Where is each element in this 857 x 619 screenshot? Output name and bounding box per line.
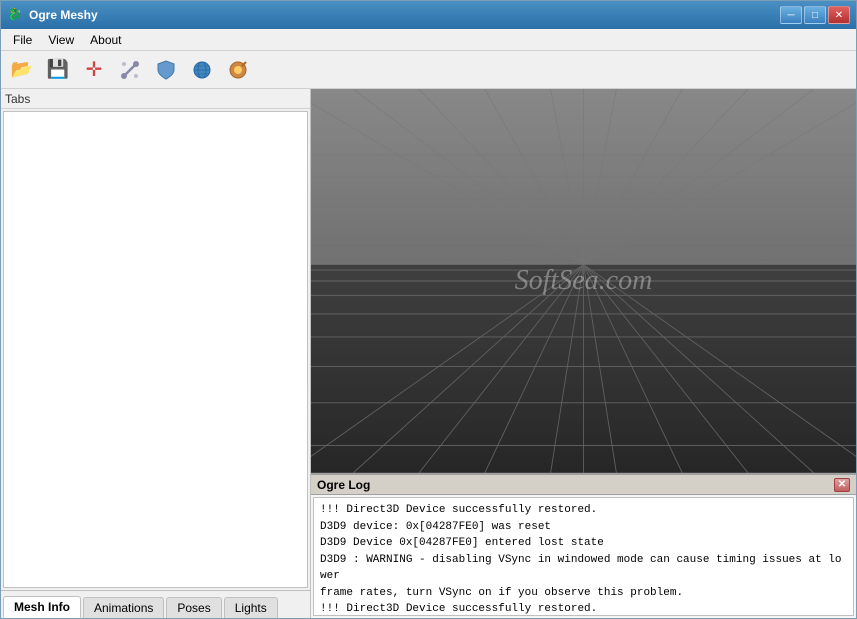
shield-icon [157, 60, 175, 80]
toolbar-skeleton-button[interactable] [113, 54, 147, 86]
paintbrush-icon [228, 60, 248, 80]
tab-poses[interactable]: Poses [166, 597, 221, 618]
menu-about[interactable]: About [82, 31, 129, 49]
log-content[interactable]: !!! Direct3D Device successfully restore… [313, 497, 854, 616]
minimize-button[interactable]: ─ [780, 6, 802, 24]
left-panel: Tabs Mesh Info Animations Poses Lights [1, 89, 311, 618]
toolbar-paint-button[interactable] [221, 54, 255, 86]
toolbar-save-button[interactable]: 💾 [41, 54, 75, 86]
log-header: Ogre Log ✕ [311, 475, 856, 495]
globe-icon [192, 60, 212, 80]
toolbar: 📂 💾 ✛ [1, 51, 856, 89]
tab-lights[interactable]: Lights [224, 597, 278, 618]
toolbar-shield-button[interactable] [149, 54, 183, 86]
tab-animations[interactable]: Animations [83, 597, 164, 618]
log-line: frame rates, turn VSync on if you observ… [320, 585, 847, 602]
maximize-button[interactable]: □ [804, 6, 826, 24]
toolbar-open-button[interactable]: 📂 [5, 54, 39, 86]
menu-file[interactable]: File [5, 31, 40, 49]
tabs-label: Tabs [5, 92, 30, 106]
log-line: D3D9 Device 0x[04287FE0] entered lost st… [320, 535, 847, 552]
main-content: Tabs Mesh Info Animations Poses Lights [1, 89, 856, 618]
log-title: Ogre Log [317, 478, 370, 492]
toolbar-globe-button[interactable] [185, 54, 219, 86]
window-icon: 🐉 [7, 7, 23, 23]
bottom-tabs: Mesh Info Animations Poses Lights [1, 590, 310, 618]
log-line: !!! Direct3D Device successfully restore… [320, 601, 847, 616]
tabs-content-area [3, 111, 308, 588]
right-panel: SoftSea.com Ogre Log ✕ !!! Direct3D Devi… [311, 89, 856, 618]
title-bar: 🐉 Ogre Meshy ─ □ ✕ [1, 1, 856, 29]
log-line: D3D9 device: 0x[04287FE0] was reset [320, 519, 847, 536]
menu-bar: File View About [1, 29, 856, 51]
close-button[interactable]: ✕ [828, 6, 850, 24]
log-panel: Ogre Log ✕ !!! Direct3D Device successfu… [311, 473, 856, 618]
log-line: D3D9 : WARNING - disabling VSync in wind… [320, 552, 847, 585]
skeleton-icon [120, 60, 140, 80]
log-close-button[interactable]: ✕ [834, 478, 850, 492]
toolbar-move-button[interactable]: ✛ [77, 54, 111, 86]
window-title: Ogre Meshy [29, 8, 780, 22]
menu-view[interactable]: View [40, 31, 82, 49]
window-controls: ─ □ ✕ [780, 6, 850, 24]
grid-viewport [311, 89, 856, 473]
viewport[interactable]: SoftSea.com [311, 89, 856, 473]
tabs-header: Tabs [1, 89, 310, 109]
main-window: 🐉 Ogre Meshy ─ □ ✕ File View About 📂 💾 ✛ [0, 0, 857, 619]
tab-mesh-info[interactable]: Mesh Info [3, 596, 81, 618]
log-line: !!! Direct3D Device successfully restore… [320, 502, 847, 519]
